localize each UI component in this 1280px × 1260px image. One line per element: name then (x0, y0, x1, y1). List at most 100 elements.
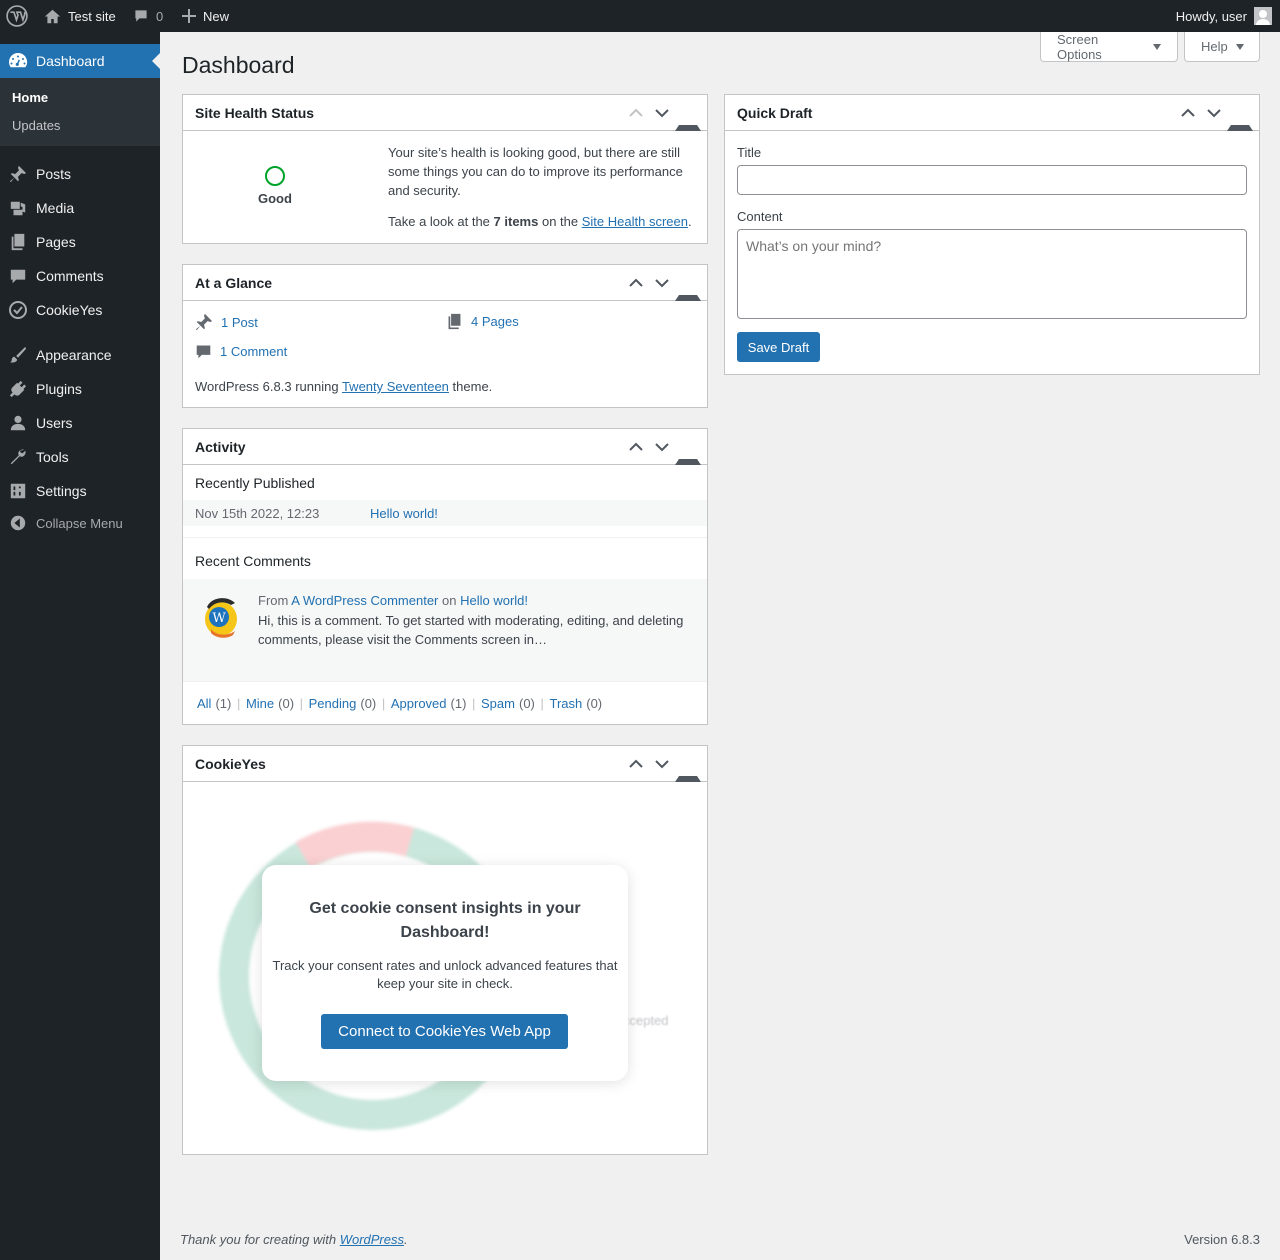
comment-icon (196, 345, 211, 359)
widget-title: CookieYes (195, 755, 266, 772)
home-icon (44, 9, 61, 23)
sidebar-item-label: Comments (36, 268, 104, 284)
filter-count: (0) (518, 696, 535, 711)
plugin-icon (0, 380, 36, 398)
submenu-item-updates[interactable]: Updates (12, 118, 60, 133)
filter-separator: | (468, 696, 480, 711)
sidebar-item-media[interactable]: Media (0, 191, 160, 225)
glance-posts-link[interactable]: 1 Post (195, 313, 258, 331)
wp-version-text: WordPress 6.8.3 running (195, 379, 339, 394)
comment-excerpt: Hi, this is a comment. To get started wi… (258, 613, 684, 647)
new-content-link[interactable]: New (182, 0, 229, 32)
submenu-item-home[interactable]: Home (12, 90, 48, 105)
comment-post-link[interactable]: Hello world! (460, 593, 528, 608)
settings-icon (0, 482, 36, 500)
wp-version-line: WordPress 6.8.3 running Twenty Seventeen… (195, 379, 492, 394)
avatar (1254, 7, 1272, 25)
site-health-screen-link[interactable]: Site Health screen (582, 214, 688, 229)
sidebar-item-tools[interactable]: Tools (0, 440, 160, 474)
cookieyes-icon (0, 300, 36, 320)
published-post-link[interactable]: Hello world! (370, 506, 438, 521)
comment-filter-pending[interactable]: Pending (309, 696, 357, 711)
comment-filter-trash[interactable]: Trash (549, 696, 582, 711)
comments-count[interactable]: 1 Comment (220, 344, 287, 359)
comment-filter-spam[interactable]: Spam (481, 696, 515, 711)
theme-link[interactable]: Twenty Seventeen (342, 379, 449, 394)
sidebar-item-label: Pages (36, 234, 76, 250)
published-row: Nov 15th 2022, 12:23 Hello world! (183, 500, 707, 526)
published-date: Nov 15th 2022, 12:23 (195, 506, 320, 521)
comment-filter-mine[interactable]: Mine (246, 696, 274, 711)
widget-header: CookieYes (183, 746, 707, 782)
toggle-panel-icon[interactable] (675, 429, 701, 465)
quick-draft-widget: Quick Draft Title Content Save Draft (724, 94, 1260, 375)
comment-filter-approved[interactable]: Approved (391, 696, 447, 711)
move-up-icon[interactable] (623, 429, 649, 465)
help-button[interactable]: Help (1184, 32, 1260, 62)
sidebar-item-label: Plugins (36, 381, 82, 397)
move-down-icon[interactable] (1201, 95, 1227, 131)
move-up-icon[interactable] (623, 265, 649, 301)
new-label: New (203, 8, 230, 24)
comment-author-link[interactable]: A WordPress Commenter (291, 593, 438, 608)
sidebar-item-plugins[interactable]: Plugins (0, 372, 160, 406)
look-mid: on the (541, 214, 579, 229)
move-up-icon[interactable] (623, 746, 649, 782)
current-arrow (152, 53, 160, 69)
wordpress-logo-icon[interactable] (6, 0, 28, 32)
save-draft-button[interactable]: Save Draft (737, 332, 820, 362)
dashboard-submenu: Home Updates (0, 78, 160, 146)
sidebar-item-label: Settings (36, 483, 87, 499)
sidebar-item-pages[interactable]: Pages (0, 225, 160, 259)
thanks-suffix: . (404, 1232, 408, 1247)
filter-separator: | (378, 696, 389, 711)
sidebar-item-dashboard[interactable]: Dashboard (0, 44, 160, 78)
admin-bar: Test site 0 New Howdy, user (0, 0, 1280, 32)
move-up-icon[interactable] (1175, 95, 1201, 131)
sidebar-item-label: CookieYes (36, 302, 103, 318)
wordpress-link[interactable]: WordPress (340, 1232, 404, 1247)
comment-filter-all[interactable]: All (197, 696, 211, 711)
sidebar-item-comments[interactable]: Comments (0, 259, 160, 293)
widget-title: Activity (195, 438, 246, 455)
move-down-icon[interactable] (649, 746, 675, 782)
comments-link[interactable]: 0 (133, 0, 163, 32)
toggle-panel-icon[interactable] (675, 95, 701, 131)
widget-title: At a Glance (195, 274, 273, 291)
sidebar-item-label: Appearance (36, 347, 112, 363)
collapse-menu-button[interactable]: Collapse Menu (0, 506, 160, 540)
move-up-icon[interactable] (623, 95, 649, 131)
users-icon (0, 414, 36, 432)
toggle-panel-icon[interactable] (1227, 95, 1253, 131)
dashboard-icon (0, 51, 36, 71)
svg-text:W: W (212, 611, 226, 626)
move-down-icon[interactable] (649, 95, 675, 131)
sidebar-item-settings[interactable]: Settings (0, 474, 160, 508)
sidebar-item-label: Posts (36, 166, 72, 182)
toggle-panel-icon[interactable] (675, 265, 701, 301)
move-down-icon[interactable] (649, 265, 675, 301)
sidebar-item-users[interactable]: Users (0, 406, 160, 440)
glance-comments-link[interactable]: 1 Comment (195, 343, 287, 360)
draft-title-input[interactable] (737, 165, 1247, 195)
toggle-panel-icon[interactable] (675, 746, 701, 782)
sidebar-item-posts[interactable]: Posts (0, 157, 160, 191)
filter-count: (0) (586, 696, 603, 711)
pages-count[interactable]: 4 Pages (471, 314, 519, 329)
draft-content-textarea[interactable] (737, 229, 1247, 319)
glance-pages-link[interactable]: 4 Pages (446, 313, 519, 330)
pushpin-icon (0, 165, 36, 183)
connect-cookieyes-button[interactable]: Connect to CookieYes Web App (321, 1014, 568, 1049)
posts-count[interactable]: 1 Post (221, 315, 258, 330)
health-look-line: Take a look at the 7 items on the Site H… (388, 214, 692, 229)
move-down-icon[interactable] (649, 429, 675, 465)
look-prefix: Take a look at the (388, 214, 490, 229)
filter-count: (0) (278, 696, 295, 711)
site-name-link[interactable]: Test site (44, 0, 116, 32)
sidebar-item-cookieyes[interactable]: CookieYes (0, 293, 160, 327)
period: . (687, 214, 692, 229)
screen-options-label: Screen Options (1057, 31, 1102, 62)
my-account-link[interactable]: Howdy, user (1176, 0, 1272, 32)
screen-options-button[interactable]: Screen Options (1040, 32, 1178, 62)
sidebar-item-appearance[interactable]: Appearance (0, 338, 160, 372)
